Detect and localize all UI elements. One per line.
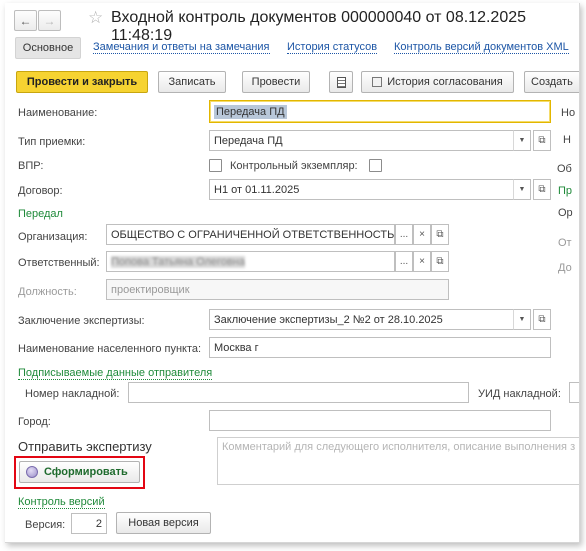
right-label-3: Об (557, 163, 572, 175)
tab-main[interactable]: Основное (15, 37, 81, 59)
contract-label: Договор: (18, 185, 63, 197)
approval-history-button[interactable]: История согласования (361, 71, 514, 93)
post-button[interactable]: Провести (242, 71, 310, 93)
acceptance-type-field[interactable]: Передача ПД (209, 130, 531, 151)
org-open-button[interactable]: ⧉ (431, 224, 449, 245)
name-field[interactable]: Передача ПД (209, 100, 551, 123)
new-version-button[interactable]: Новая версия (116, 512, 211, 534)
contract-field[interactable]: Н1 от 01.11.2025 (209, 179, 531, 200)
open-form-icon: ⧉ (538, 184, 546, 195)
uid-label: УИД накладной: (478, 388, 561, 400)
version-label: Версия: (25, 519, 66, 531)
version-field[interactable]: 2 (71, 513, 107, 534)
waybill-label: Номер накладной: (25, 388, 120, 400)
forward-button[interactable]: → (38, 10, 61, 31)
position-field: проектировщик (106, 279, 449, 300)
right-label-2: Н (563, 134, 571, 146)
ellipsis-icon: ... (399, 256, 409, 267)
vpr-checkbox[interactable] (209, 159, 222, 172)
responsible-label: Ответственный: (18, 257, 100, 269)
close-icon: × (419, 256, 425, 267)
settlement-label: Наименование населенного пункта: (18, 343, 202, 355)
expertise-dropdown[interactable]: ▼ (513, 309, 531, 330)
org-value: ОБЩЕСТВО С ОГРАНИЧЕННОЙ ОТВЕТСТВЕННОСТЬЮ (111, 228, 395, 241)
open-form-icon: ⧉ (538, 314, 546, 325)
responsible-open-button[interactable]: ⧉ (431, 251, 449, 272)
create-button[interactable]: Создать (524, 71, 579, 93)
expertise-field[interactable]: Заключение экспертизы_2 №2 от 28.10.2025 (209, 309, 531, 330)
post-and-close-button[interactable]: Провести и закрыть (16, 71, 148, 93)
right-label-4: Пр (558, 185, 573, 197)
tab-xml-versions[interactable]: Контроль версий документов XML (394, 41, 569, 54)
open-form-icon: ⧉ (436, 256, 444, 267)
contract-value: Н1 от 01.11.2025 (214, 183, 300, 196)
expertise-open-button[interactable]: ⧉ (533, 309, 551, 330)
report-button[interactable] (329, 71, 353, 93)
contract-open-button[interactable]: ⧉ (533, 179, 551, 200)
position-value: проектировщик (111, 283, 190, 296)
responsible-select-button[interactable]: ... (395, 251, 413, 272)
acceptance-type-open-button[interactable]: ⧉ (533, 130, 551, 151)
versions-section[interactable]: Контроль версий (18, 496, 105, 509)
tab-remarks[interactable]: Замечания и ответы на замечания (93, 41, 270, 54)
chevron-down-icon: ▼ (518, 316, 526, 323)
sender-section-title: Передал (18, 208, 63, 220)
contract-dropdown[interactable]: ▼ (513, 179, 531, 200)
chevron-down-icon: ▼ (518, 186, 526, 193)
vpr-label: ВПР: (18, 160, 44, 172)
city-label: Город: (18, 416, 51, 428)
chevron-down-icon: ▼ (518, 137, 526, 144)
ellipsis-icon: ... (399, 229, 409, 240)
control-copy-checkbox[interactable] (369, 159, 382, 172)
expertise-value: Заключение экспертизы_2 №2 от 28.10.2025 (214, 313, 443, 326)
window-title: Входной контроль документов 000000040 от… (111, 9, 527, 44)
close-icon: × (419, 229, 425, 240)
right-label-5: Ор (558, 207, 573, 219)
save-button[interactable]: Записать (158, 71, 226, 93)
signed-data-section[interactable]: Подписываемые данные отправителя (18, 367, 213, 380)
control-copy-label: Контрольный экземпляр: (230, 160, 358, 172)
expertise-label: Заключение экспертизы: (18, 315, 145, 327)
acceptance-type-value: Передача ПД (214, 134, 283, 147)
document-window: ← → ☆ Входной контроль документов 000000… (5, 3, 580, 543)
comment-field[interactable]: Комментарий для следующего исполнителя, … (217, 437, 579, 485)
name-value: Передача ПД (214, 104, 287, 119)
settlement-field[interactable]: Москва г (209, 337, 551, 358)
position-label: Должность: (18, 286, 77, 298)
responsible-clear-button[interactable]: × (413, 251, 431, 272)
document-list-icon (336, 76, 346, 88)
open-form-icon: ⧉ (436, 229, 444, 240)
tab-main-label: Основное (22, 42, 74, 54)
arrow-right-icon: → (43, 13, 56, 28)
uid-field[interactable] (569, 382, 579, 403)
version-value: 2 (95, 517, 102, 530)
arrow-left-icon: ← (19, 13, 32, 28)
org-select-button[interactable]: ... (395, 224, 413, 245)
responsible-field[interactable]: Попова Татьяна Олеговна (106, 251, 395, 272)
org-clear-button[interactable]: × (413, 224, 431, 245)
org-field[interactable]: ОБЩЕСТВО С ОГРАНИЧЕННОЙ ОТВЕТСТВЕННОСТЬЮ (106, 224, 395, 245)
waybill-field[interactable] (128, 382, 469, 403)
settlement-value: Москва г (214, 341, 259, 354)
open-form-icon: ⧉ (538, 135, 546, 146)
back-button[interactable]: ← (14, 10, 37, 31)
name-label: Наименование: (18, 107, 98, 119)
right-label-7: До (558, 262, 572, 274)
history-icon (372, 77, 383, 87)
generate-button[interactable]: Сформировать (19, 461, 140, 483)
star-icon[interactable]: ☆ (88, 8, 103, 28)
generate-icon (26, 466, 38, 478)
approval-history-label: История согласования (387, 76, 503, 88)
right-label-6: От (558, 237, 572, 249)
responsible-value: Попова Татьяна Олеговна (111, 255, 245, 268)
send-expertise-label: Отправить экспертизу (18, 439, 152, 454)
acceptance-type-label: Тип приемки: (18, 136, 86, 148)
comment-placeholder: Комментарий для следующего исполнителя, … (222, 441, 576, 453)
acceptance-type-dropdown[interactable]: ▼ (513, 130, 531, 151)
right-label-1: Но (561, 107, 576, 119)
tab-status-history[interactable]: История статусов (287, 41, 378, 54)
org-label: Организация: (18, 231, 88, 243)
generate-label: Сформировать (44, 466, 128, 478)
city-field[interactable] (209, 410, 551, 431)
